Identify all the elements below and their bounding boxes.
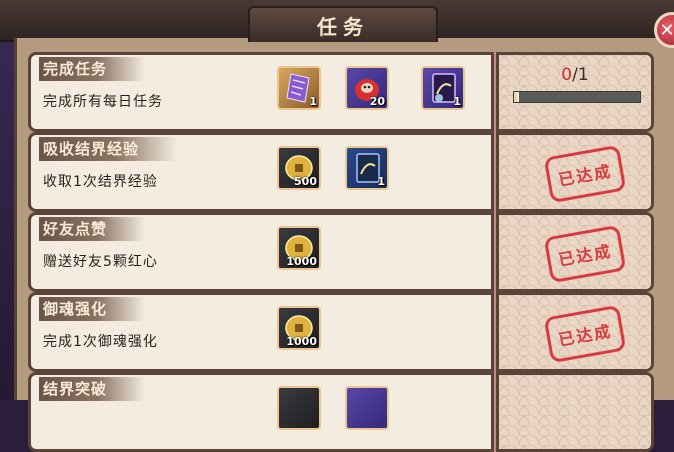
row-divider	[491, 212, 499, 292]
progress-bar	[513, 91, 641, 103]
task-description: 收取1次结界经验	[43, 174, 158, 190]
task-name: 结界突破	[39, 377, 146, 401]
row-divider	[491, 292, 499, 372]
task-description: 完成所有每日任务	[43, 94, 163, 110]
reward-qty: 1000	[286, 255, 317, 268]
status-area	[499, 375, 651, 449]
status-area: 0/1	[499, 55, 651, 129]
progress-count: 0/1	[499, 65, 651, 85]
task-name: 吸收结界经验	[39, 137, 178, 161]
task-row-soul-enhance: 御魂强化 完成1次御魂强化 1000 已达成	[28, 292, 654, 372]
reward-qty: 1	[453, 95, 461, 108]
reward-item[interactable]	[345, 386, 389, 430]
reward-qty: 20	[369, 95, 385, 108]
task-description: 赠送好友5颗红心	[43, 254, 158, 270]
progress-total: 1	[577, 65, 589, 85]
status-area: 已达成	[499, 135, 651, 209]
reward-item[interactable]: 1	[277, 66, 321, 110]
row-divider	[491, 372, 499, 452]
reward-qty: 1	[309, 95, 317, 108]
status-area: 已达成	[499, 295, 651, 369]
reward-item[interactable]: 1000	[277, 226, 321, 270]
title-plate: 任务	[248, 6, 438, 42]
reward-item[interactable]: 1	[345, 146, 389, 190]
left-background	[0, 0, 14, 400]
row-divider	[491, 52, 499, 132]
progress-current: 0	[561, 65, 573, 85]
progress-fill	[514, 92, 519, 102]
reward-item[interactable]: 20	[345, 66, 389, 110]
completed-stamp: 已达成	[543, 224, 627, 284]
completed-stamp: 已达成	[543, 144, 627, 204]
row-divider	[491, 132, 499, 212]
task-name: 完成任务	[39, 57, 146, 81]
task-row-friend-likes: 好友点赞 赠送好友5颗红心 1000 已达成	[28, 212, 654, 292]
status-area: 已达成	[499, 215, 651, 289]
completed-stamp: 已达成	[543, 304, 627, 364]
reward-item[interactable]: 1000	[277, 306, 321, 350]
task-name: 御魂强化	[39, 297, 146, 321]
reward-item[interactable]	[277, 386, 321, 430]
task-name: 好友点赞	[39, 217, 146, 241]
task-row-complete-daily: 完成任务 完成所有每日任务 1 20 1 0/1	[28, 52, 654, 132]
close-icon[interactable]: ✕	[659, 20, 674, 41]
task-row-barrier-breakthrough: 结界突破	[28, 372, 654, 452]
reward-item[interactable]: 500	[277, 146, 321, 190]
task-description: 完成1次御魂强化	[43, 334, 158, 350]
reward-qty: 1	[377, 175, 385, 188]
page-title: 任务	[317, 14, 369, 39]
reward-qty: 500	[294, 175, 317, 188]
task-row-collect-exp: 吸收结界经验 收取1次结界经验 500 1 已达成	[28, 132, 654, 212]
reward-qty: 1000	[286, 335, 317, 348]
reward-item[interactable]: 1	[421, 66, 465, 110]
